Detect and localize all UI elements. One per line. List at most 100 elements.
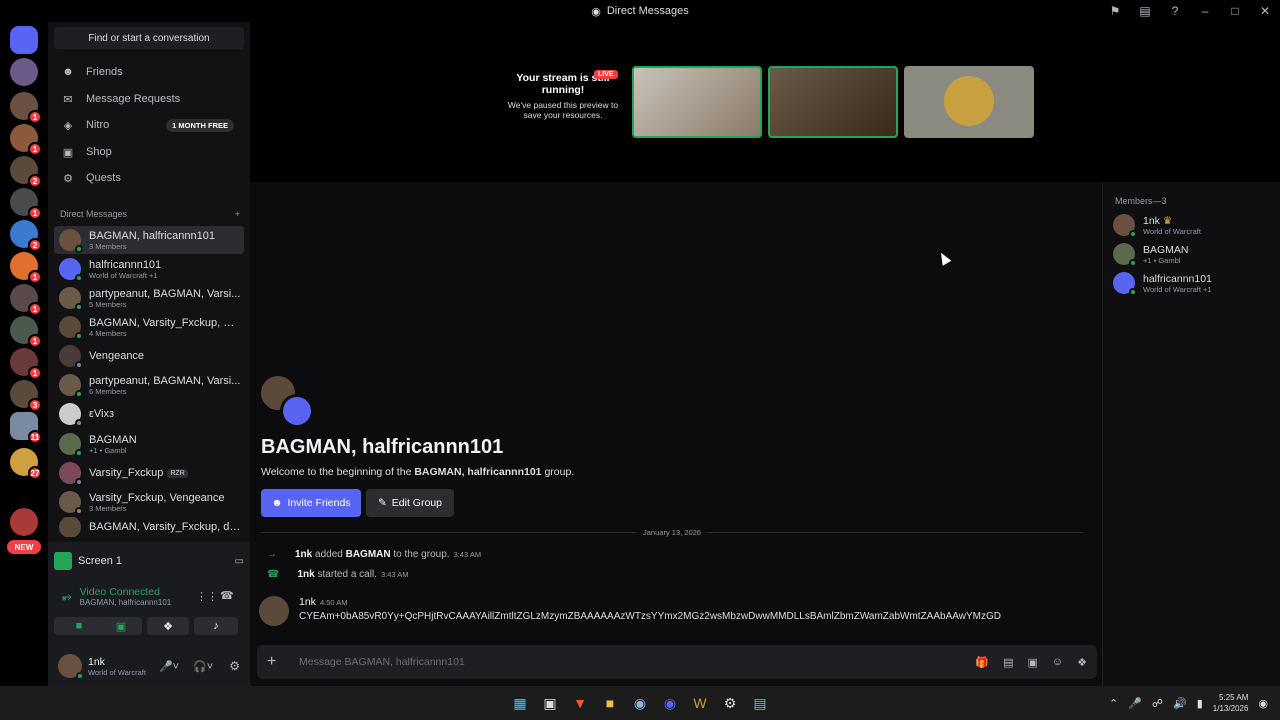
nav-friends[interactable]: ☻ Friends [54,59,244,85]
video-tile[interactable] [632,66,762,138]
dm-item[interactable]: BAGMAN, Varsity_Fxckup, de... [54,517,244,537]
chevron-up-icon[interactable]: ⌃ [1109,697,1118,710]
avatar [59,287,83,311]
user-panel[interactable]: 1nk World of Warcraft 🎤˅ 🎧˅ ⚙ [48,648,250,684]
add-dm-icon[interactable]: + [235,209,240,219]
message-input[interactable]: Message BAGMAN, halfricannn101 [299,656,465,668]
server-icon[interactable]: 1 [10,284,42,316]
server-icon[interactable] [10,58,38,86]
dm-item[interactable]: Varsity_Fxckup RZR [54,459,244,487]
disconnect-icon[interactable]: ☎ [220,589,234,602]
gift-icon[interactable]: 🎁 [975,656,989,669]
avatar [59,433,83,457]
inbox-flag-icon[interactable]: ⚑ [1100,4,1130,18]
server-icon[interactable]: 1 [10,92,42,124]
server-icon[interactable]: 1 [10,124,42,156]
activity-button[interactable]: ❖ [147,617,189,635]
find-conversation-button[interactable]: Find or start a conversation [54,27,244,49]
member-item[interactable]: BAGMAN +1 • Gambl [1113,241,1273,267]
server-icon[interactable]: 11 [10,412,42,444]
quests-icon: ⚙ [63,172,73,185]
dm-item[interactable]: partypeanut, BAGMAN, Varsi... 6 Members [54,371,244,399]
nav-shop[interactable]: ▣ Shop [54,139,244,165]
emoji-icon[interactable]: ☺ [1052,656,1063,668]
server-icon[interactable]: 3 [10,380,42,412]
screen-share-item[interactable]: Screen 1 ▭ [54,546,244,576]
apps-icon[interactable]: ❖ [1077,656,1087,669]
dm-item[interactable]: Vengeance [54,342,244,370]
wow-icon[interactable]: W [685,688,715,718]
dm-item[interactable]: BAGMAN, Varsity_Fxckup, Ve... 4 Members [54,313,244,341]
voice-panel: Screen 1 ▭ ⥵ Video Connected BAGMAN, hal… [48,542,250,686]
server-icon[interactable]: 1 [10,188,42,220]
battery-icon[interactable]: ▮ [1197,697,1203,710]
dm-item[interactable]: εVixз [54,400,244,428]
share-screen-button[interactable]: ▣ [100,617,142,635]
dm-item[interactable]: BAGMAN, halfricannn101 3 Members [54,226,244,254]
settings-icon[interactable]: ⚙ [229,659,240,673]
add-attachment-icon[interactable]: + [267,653,289,671]
help-icon[interactable]: ? [1160,4,1190,18]
avatar [59,229,83,253]
dm-item[interactable]: halfricannn101 World of Warcraft +1 [54,255,244,283]
camera-button[interactable]: ■ [54,617,104,635]
discord-icon: ◉ [591,5,601,18]
gif-icon[interactable]: ▤ [1003,656,1013,669]
member-item[interactable]: 1nk ♛ World of Warcraft [1113,212,1273,238]
inbox-icon[interactable]: ▤ [1130,4,1160,18]
clock[interactable]: 5:25 AM 1/13/2026 [1213,692,1249,714]
taskbar: ▦ ▣ ▼ ■ ◉ ◉ W ⚙ ▤ ⌃ 🎤 ☍ 🔊 ▮ 5:25 AM 1/13… [0,686,1280,720]
steam-icon[interactable]: ◉ [625,688,655,718]
noise-suppression-icon[interactable]: ⋮⋮ [196,590,218,603]
minimize-button[interactable]: – [1190,4,1220,18]
system-message: ☎ 1nk started a call. 3:43 AM [267,569,409,580]
soundboard-button[interactable]: ♪ [194,617,238,635]
sticker-icon[interactable]: ▣ [1027,656,1037,669]
avatar [59,491,83,515]
message-composer[interactable]: + Message BAGMAN, halfricannn101 🎁 ▤ ▣ ☺… [257,645,1097,679]
dm-item[interactable]: partypeanut, BAGMAN, Varsi... 5 Members [54,284,244,312]
signal-icon: ⥵ [62,589,72,603]
nav-quests[interactable]: ⚙ Quests [54,165,244,191]
notification-icon[interactable]: ◉ [1258,697,1268,710]
discord-icon[interactable]: ◉ [655,688,685,718]
maximize-button[interactable]: □ [1220,4,1250,18]
dm-item[interactable]: BAGMAN +1 • Gambl [54,430,244,458]
start-icon[interactable]: ▦ [505,688,535,718]
shop-icon: ▣ [62,146,74,159]
volume-icon[interactable]: 🔊 [1173,697,1187,710]
nav-nitro[interactable]: ◈ Nitro 1 MONTH FREE [54,112,244,138]
server-icon[interactable]: 1 [10,316,42,348]
stop-stream-icon[interactable]: ▭ [235,556,244,567]
dm-item[interactable]: Varsity_Fxckup, Vengeance 3 Members [54,488,244,516]
invite-friends-button[interactable]: ☻ Invite Friends [261,489,361,517]
server-icon[interactable]: 27 [10,448,42,480]
close-button[interactable]: ✕ [1250,4,1280,18]
app-icon[interactable]: ▣ [535,688,565,718]
server-icon[interactable]: 1 [10,348,42,380]
video-tile[interactable] [904,66,1034,138]
brave-icon[interactable]: ▼ [565,688,595,718]
server-icon[interactable]: 2 [10,156,42,188]
member-item[interactable]: halfricannn101 World of Warcraft +1 [1113,270,1273,296]
mic-icon[interactable]: 🎤˅ [159,660,179,673]
app-icon[interactable]: ⚙ [715,688,745,718]
avatar [59,374,83,398]
phone-icon: ☎ [267,569,280,580]
notepad-icon[interactable]: ▤ [745,688,775,718]
video-tile[interactable] [768,66,898,138]
folder-icon[interactable]: ■ [595,688,625,718]
friends-icon: ☻ [62,66,74,78]
server-icon[interactable]: 1 [10,252,42,284]
server-icon[interactable] [10,508,38,536]
headphones-icon[interactable]: 🎧˅ [193,660,213,673]
avatar [59,345,83,369]
network-icon[interactable]: ☍ [1152,697,1163,710]
avatar [59,316,83,340]
edit-group-button[interactable]: ✎ Edit Group [366,489,454,517]
home-button[interactable] [10,26,38,54]
server-icon[interactable]: 2 [10,220,42,252]
nav-message-requests[interactable]: ✉ Message Requests [54,86,244,112]
mic-icon[interactable]: 🎤 [1128,697,1142,710]
avatar[interactable] [259,596,289,626]
